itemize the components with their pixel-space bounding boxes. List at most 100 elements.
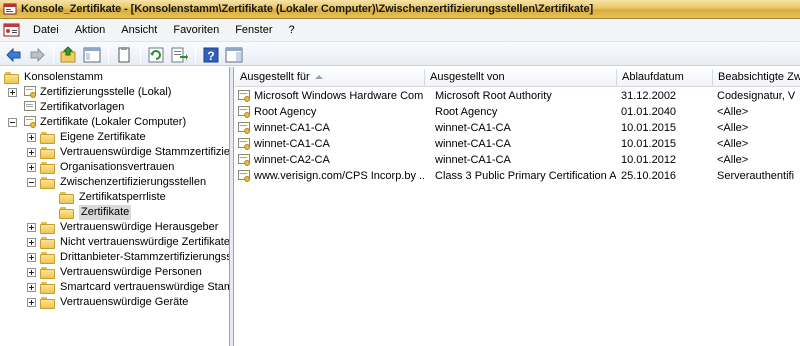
cell-zwecke: <Alle> (717, 138, 749, 150)
cell-ausgestellt-fuer: Root Agency (254, 106, 317, 118)
list-header: Ausgestellt für Ausgestellt von Ablaufda… (235, 69, 800, 87)
tree-item-label: Vertrauenswürdige Herausgeber (60, 221, 219, 233)
tree-item-label: Zertifikate (79, 205, 132, 220)
cell-ausgestellt-fuer: Microsoft Windows Hardware Com... (254, 90, 424, 102)
tree-item-organisationsvertrauen[interactable]: Organisationsvertrauen (27, 160, 174, 175)
certificate-icon (238, 169, 252, 183)
collapse-minus-icon[interactable] (27, 178, 36, 187)
cell-ausgestellt-fuer: winnet-CA2-CA (254, 154, 330, 166)
menu-help[interactable]: ? (281, 19, 303, 42)
expand-plus-icon[interactable] (27, 163, 36, 172)
folder-open-icon (40, 176, 56, 189)
tree-item-zertifikate-selected[interactable]: Zertifikate (59, 205, 132, 220)
folder-icon (40, 161, 56, 174)
tree-item-vertrauenswuerdige-stamm[interactable]: Vertrauenswürdige Stammzertifizieru (27, 145, 230, 160)
table-row[interactable]: winnet-CA1-CA winnet-CA1-CA 10.01.2015 <… (235, 136, 800, 152)
folder-icon (40, 236, 56, 249)
menu-aktion[interactable]: Aktion (67, 19, 114, 42)
column-header-ausgestellt-fuer[interactable]: Ausgestellt für (235, 69, 425, 87)
certificate-icon (238, 89, 252, 103)
up-folder-icon[interactable] (58, 44, 78, 64)
console-tree[interactable]: Konsolenstamm Zertifizierungsstelle (Lok… (0, 67, 230, 346)
tree-item-zwischenzertifizierungsstellen[interactable]: Zwischenzertifizierungsstellen (27, 175, 206, 190)
cell-ablaufdatum: 10.01.2015 (621, 122, 677, 134)
tree-item-nicht-vertrauenswuerdige[interactable]: Nicht vertrauenswürdige Zertifikate (27, 235, 230, 250)
cell-ausgestellt-fuer: winnet-CA1-CA (254, 138, 330, 150)
tree-item-label: Vertrauenswürdige Stammzertifizieru (60, 146, 230, 158)
column-header-ausgestellt-von[interactable]: Ausgestellt von (425, 69, 617, 87)
column-header-ablaufdatum[interactable]: Ablaufdatum (617, 69, 713, 87)
table-row[interactable]: Root Agency Root Agency 01.01.2040 <Alle… (235, 104, 800, 120)
cell-zwecke: Codesignatur, V (717, 90, 796, 102)
expand-plus-icon[interactable] (27, 148, 36, 157)
tree-item-zertifizierungsstelle[interactable]: Zertifizierungsstelle (Lokal) (8, 85, 171, 100)
expand-plus-icon[interactable] (27, 253, 36, 262)
folder-icon (40, 266, 56, 279)
expand-plus-icon[interactable] (27, 298, 36, 307)
table-row[interactable]: winnet-CA1-CA winnet-CA1-CA 10.01.2015 <… (235, 120, 800, 136)
tree-item-zertifikatvorlagen[interactable]: Zertifikatvorlagen (21, 100, 124, 115)
toolbar: ? (0, 42, 800, 66)
help-icon[interactable]: ? (200, 44, 220, 64)
table-row[interactable]: Microsoft Windows Hardware Com... Micros… (235, 88, 800, 104)
folder-icon (40, 281, 56, 294)
cell-ausgestellt-von: winnet-CA1-CA (435, 138, 511, 150)
tree-item-label: Zertifikate (Lokaler Computer) (40, 116, 187, 128)
cell-ablaufdatum: 10.01.2012 (621, 154, 677, 166)
certificates-store-icon (24, 116, 38, 129)
show-hide-tree-icon[interactable] (81, 44, 101, 64)
refresh-icon[interactable] (145, 44, 165, 64)
folder-icon (40, 251, 56, 264)
cell-ausgestellt-fuer: www.verisign.com/CPS Incorp.by ... (254, 170, 424, 182)
forward-arrow-icon[interactable] (26, 44, 46, 64)
copy-icon[interactable] (113, 44, 133, 64)
cell-zwecke: <Alle> (717, 154, 749, 166)
expand-plus-icon[interactable] (27, 133, 36, 142)
menu-fenster[interactable]: Fenster (227, 19, 280, 42)
mmc-app-icon (3, 2, 17, 16)
tree-item-zertifikate-lokal[interactable]: Zertifikate (Lokaler Computer) (8, 115, 186, 130)
tree-item-label: Vertrauenswürdige Personen (60, 266, 202, 278)
certificate-icon (238, 137, 252, 151)
console-system-menu-icon[interactable] (3, 22, 21, 38)
tree-item-smartcard[interactable]: Smartcard vertrauenswürdige Stamm (27, 280, 229, 295)
properties-pane-icon[interactable] (223, 44, 243, 64)
folder-icon (59, 191, 75, 204)
tree-item-vertrauenswuerdige-geraete[interactable]: Vertrauenswürdige Geräte (27, 295, 188, 310)
column-header-label: Ausgestellt von (430, 71, 505, 83)
tree-item-label: Organisationsvertrauen (60, 161, 175, 173)
tree-item-vertrauenswuerdige-herausgeber[interactable]: Vertrauenswürdige Herausgeber (27, 220, 218, 235)
cell-ablaufdatum: 31.12.2002 (621, 90, 677, 102)
tree-item-zertifikatsperrliste[interactable]: Zertifikatsperrliste (59, 190, 166, 205)
column-header-beabsichtigte-zwecke[interactable]: Beabsichtigte Zw (713, 69, 800, 87)
cell-ausgestellt-von: Microsoft Root Authority (435, 90, 552, 102)
tree-item-label: Zwischenzertifizierungsstellen (60, 176, 207, 188)
certificate-list[interactable]: Ausgestellt für Ausgestellt von Ablaufda… (235, 67, 800, 346)
table-row[interactable]: winnet-CA2-CA winnet-CA1-CA 10.01.2012 <… (235, 152, 800, 168)
export-list-icon[interactable] (168, 44, 188, 64)
menu-favoriten[interactable]: Favoriten (165, 19, 227, 42)
svg-text:?: ? (207, 49, 214, 63)
tree-item-drittanbieter[interactable]: Drittanbieter-Stammzertifizierungsst (27, 250, 229, 265)
expand-plus-icon[interactable] (27, 283, 36, 292)
tree-item-label: Eigene Zertifikate (60, 131, 146, 143)
tree-item-label: Nicht vertrauenswürdige Zertifikate (60, 236, 230, 248)
tree-item-label: Zertifizierungsstelle (Lokal) (40, 86, 172, 98)
expand-plus-icon[interactable] (8, 88, 17, 97)
collapse-minus-icon[interactable] (8, 118, 17, 127)
tree-item-eigene-zertifikate[interactable]: Eigene Zertifikate (27, 130, 146, 145)
tree-item-vertrauenswuerdige-personen[interactable]: Vertrauenswürdige Personen (27, 265, 202, 280)
back-arrow-icon[interactable] (3, 44, 23, 64)
title-bar[interactable]: Konsole_Zertifikate - [Konsolenstamm\Zer… (0, 0, 800, 19)
tree-item-root[interactable]: Konsolenstamm (4, 70, 103, 85)
tree-item-label: Zertifikatvorlagen (40, 101, 125, 113)
expand-plus-icon[interactable] (27, 238, 36, 247)
expand-plus-icon[interactable] (27, 268, 36, 277)
menu-datei[interactable]: Datei (25, 19, 67, 42)
cell-zwecke: <Alle> (717, 106, 749, 118)
menu-ansicht[interactable]: Ansicht (113, 19, 165, 42)
pane-splitter[interactable] (230, 67, 234, 346)
column-header-label: Ausgestellt für (240, 71, 310, 83)
expand-plus-icon[interactable] (27, 223, 36, 232)
table-row[interactable]: www.verisign.com/CPS Incorp.by ... Class… (235, 168, 800, 184)
